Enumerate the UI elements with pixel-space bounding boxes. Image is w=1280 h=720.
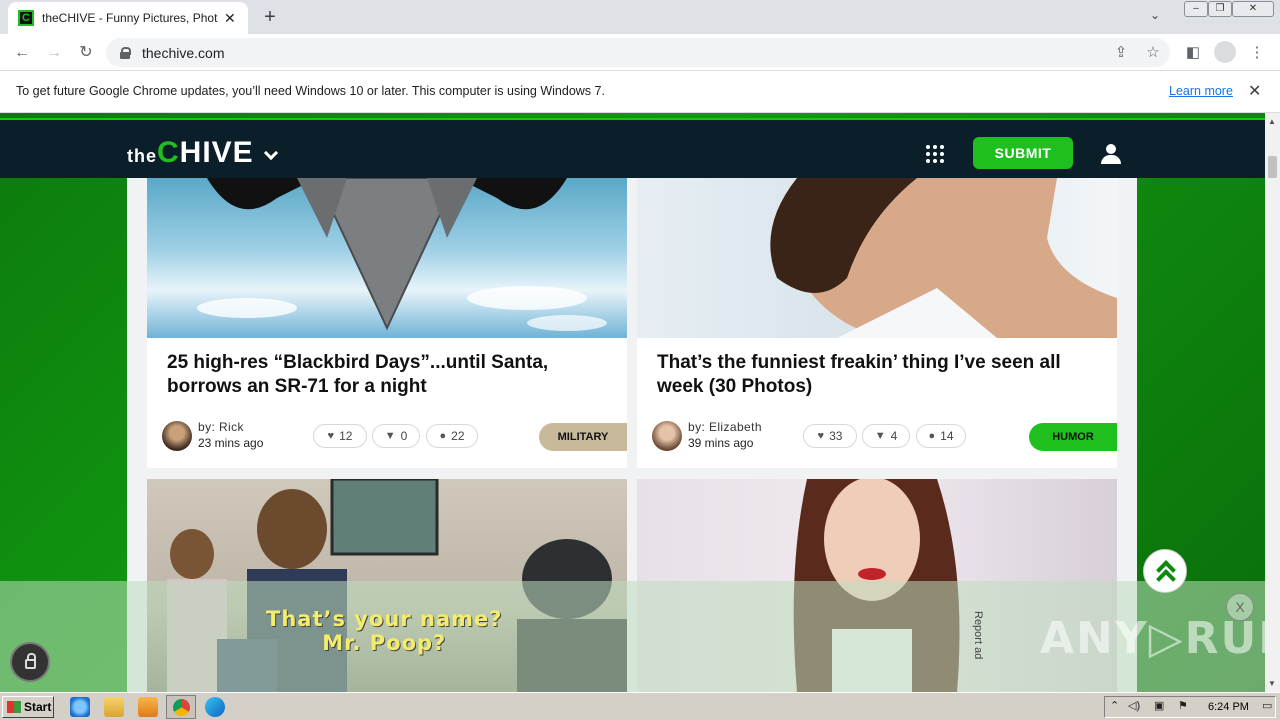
site-favicon-icon: C (18, 10, 34, 26)
windows-flag-icon (7, 701, 21, 713)
window-close-icon[interactable]: ✕ (1232, 1, 1274, 17)
article-card[interactable]: That’s the funniest freakin’ thing I’ve … (637, 178, 1117, 468)
comment-icon: ● (928, 430, 936, 442)
start-button[interactable]: Start (2, 696, 54, 718)
network-icon[interactable]: ▣ (1154, 699, 1164, 712)
woman-profile-image (770, 178, 1117, 338)
tab-title: theCHIVE - Funny Pictures, Photos, Memes… (42, 11, 218, 25)
taskbar-clock[interactable]: 6:24 PM (1208, 701, 1249, 713)
comment-count: 22 (451, 429, 465, 443)
heart-icon: ♥ (817, 430, 825, 442)
thumbs-down-icon: ▼ (384, 430, 396, 442)
author-name[interactable]: by: Rick (198, 420, 244, 434)
ad-caption: That’s your name? Mr. Poop? (266, 607, 502, 655)
ad-caption-line2: Mr. Poop? (322, 631, 447, 655)
sr71-jet-image (197, 177, 607, 331)
article-image[interactable] (147, 177, 627, 338)
forward-icon[interactable]: → (42, 41, 66, 65)
comment-icon: ● (439, 430, 447, 442)
reload-icon[interactable]: ↻ (74, 41, 98, 65)
logo-chevron-down-icon[interactable] (263, 145, 279, 161)
page-scrollbar[interactable]: ▲ ▼ (1265, 113, 1280, 692)
apps-grid-icon[interactable] (926, 145, 944, 163)
infobar-message: To get future Google Chrome updates, you… (16, 84, 605, 98)
volume-icon[interactable]: ◁) (1128, 699, 1140, 712)
submit-button[interactable]: SUBMIT (973, 137, 1073, 169)
logo-the: the (127, 146, 157, 166)
show-desktop-icon[interactable]: ▭ (1262, 699, 1272, 712)
article-card[interactable]: 25 high-res “Blackbird Days”...until San… (147, 177, 627, 468)
dislike-button[interactable]: ▼ 0 (372, 424, 420, 448)
tab-close-icon[interactable]: ✕ (224, 10, 236, 27)
back-icon[interactable]: ← (10, 41, 34, 65)
logo-c: C (157, 136, 180, 169)
edge-icon[interactable] (205, 697, 225, 717)
tray-expand-icon[interactable]: ⌃ (1110, 699, 1119, 712)
chrome-icon (173, 699, 190, 716)
page-viewport: 25 high-res “Blackbird Days”...until San… (0, 113, 1265, 692)
article-image[interactable] (637, 178, 1117, 338)
menu-kebab-icon[interactable]: ⋮ (1246, 42, 1268, 64)
user-account-icon[interactable] (1100, 144, 1122, 166)
address-bar[interactable]: thechive.com (106, 38, 1170, 67)
like-button[interactable]: ♥ 12 (313, 424, 367, 448)
tab-search-chevron-icon[interactable]: ⌄ (1150, 8, 1160, 22)
anyrun-watermark: ANY▷RUN (1040, 613, 1265, 664)
new-tab-icon[interactable]: + (258, 5, 282, 29)
ad-caption-line1: That’s your name? (266, 607, 503, 631)
logo-hive: HIVE (179, 136, 254, 169)
scrollbar-thumb[interactable] (1268, 156, 1277, 178)
thumbs-down-icon: ▼ (874, 430, 886, 442)
site-header: theCHIVE SUBMIT (0, 118, 1265, 178)
browser-tab[interactable]: C theCHIVE - Funny Pictures, Photos, Mem… (8, 2, 248, 34)
tab-strip: C theCHIVE - Funny Pictures, Photos, Mem… (0, 0, 1280, 34)
action-center-flag-icon[interactable]: ⚑ (1178, 699, 1188, 712)
internet-explorer-icon[interactable] (70, 697, 90, 717)
category-tag-humor[interactable]: HUMOR (1029, 423, 1117, 451)
category-tag-military[interactable]: MILITARY (539, 423, 627, 451)
like-count: 33 (829, 429, 843, 443)
heart-icon: ♥ (327, 430, 335, 442)
article-headline[interactable]: 25 high-res “Blackbird Days”...until San… (167, 351, 607, 399)
dislike-button[interactable]: ▼ 4 (862, 424, 910, 448)
scroll-up-icon[interactable]: ▲ (1268, 117, 1276, 126)
url-text: thechive.com (142, 44, 225, 61)
site-logo[interactable]: theCHIVE (127, 136, 254, 170)
update-infobar: To get future Google Chrome updates, you… (0, 71, 1280, 113)
like-count: 12 (339, 429, 353, 443)
windows-taskbar: Start ⌃ ◁) ▣ ⚑ 6:24 PM ▭ (0, 692, 1280, 720)
author-avatar[interactable] (652, 421, 682, 451)
bookmark-star-icon[interactable]: ☆ (1142, 42, 1164, 64)
chrome-taskbar-button[interactable] (166, 695, 196, 719)
file-explorer-icon[interactable] (104, 697, 124, 717)
dislike-count: 4 (890, 429, 898, 443)
share-icon[interactable]: ⇪ (1110, 42, 1132, 64)
profile-avatar-icon[interactable] (1214, 41, 1236, 63)
post-time: 23 mins ago (198, 436, 264, 450)
infobar-close-icon[interactable]: ✕ (1248, 81, 1261, 101)
start-label: Start (24, 700, 52, 714)
minimize-icon[interactable]: – (1184, 1, 1208, 17)
privacy-lock-icon[interactable] (10, 642, 50, 682)
author-avatar[interactable] (162, 421, 192, 451)
scroll-to-top-button[interactable] (1143, 549, 1187, 593)
restore-icon[interactable]: ❐ (1208, 1, 1232, 17)
post-time: 39 mins ago (688, 436, 754, 450)
media-player-icon[interactable] (138, 697, 158, 717)
lock-icon (120, 46, 131, 59)
browser-toolbar: ← → ↻ thechive.com ⇪ ☆ ◧ ⋮ (0, 34, 1280, 71)
like-button[interactable]: ♥ 33 (803, 424, 857, 448)
comments-button[interactable]: ● 22 (426, 424, 478, 448)
learn-more-link[interactable]: Learn more (1169, 84, 1233, 98)
comments-button[interactable]: ● 14 (916, 424, 966, 448)
author-name[interactable]: by: Elizabeth (688, 420, 762, 434)
report-ad-link[interactable]: Report ad (972, 611, 984, 659)
scroll-down-icon[interactable]: ▼ (1268, 679, 1276, 688)
dislike-count: 0 (400, 429, 408, 443)
article-headline[interactable]: That’s the funniest freakin’ thing I’ve … (657, 351, 1097, 399)
side-panel-icon[interactable]: ◧ (1182, 42, 1204, 64)
comment-count: 14 (940, 429, 954, 443)
